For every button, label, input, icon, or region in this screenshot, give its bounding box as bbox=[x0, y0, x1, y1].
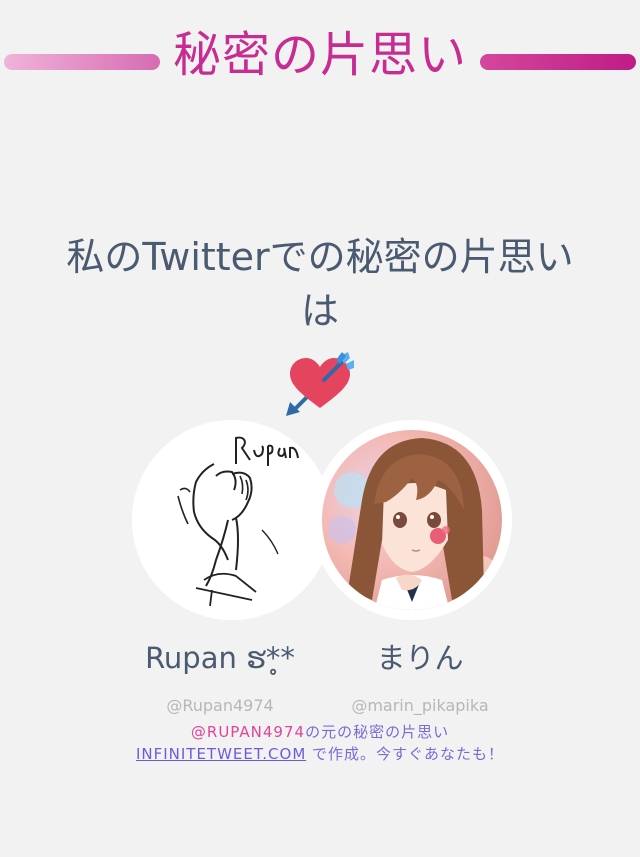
site-title: 秘密の片思い bbox=[172, 27, 467, 83]
avatar-rupan[interactable] bbox=[132, 420, 332, 620]
footer-line-1: @RUPAN4974の元の秘密の片思い bbox=[60, 721, 580, 743]
footer-mention[interactable]: @RUPAN4974 bbox=[191, 723, 305, 741]
profile-handle-rupan[interactable]: @Rupan4974 bbox=[120, 694, 320, 718]
avatar-marin[interactable] bbox=[312, 420, 512, 620]
footer-line-1-text: の元の秘密の片思い bbox=[305, 723, 450, 741]
footer-credit: @RUPAN4974の元の秘密の片思い INFINITETWEET.COM で作… bbox=[60, 721, 580, 765]
header: 秘密の片思い bbox=[0, 22, 640, 98]
sketch-avatar-image bbox=[132, 420, 332, 620]
footer-line-2-text: で作成。今すぐあなたも！ bbox=[306, 745, 505, 763]
footer-line-2: INFINITETWEET.COM で作成。今すぐあなたも！ bbox=[60, 743, 580, 765]
profile-name-rupan: Rupan ຮ*̥* bbox=[145, 641, 295, 675]
decorative-bar-right bbox=[480, 54, 636, 70]
page: 秘密の片思い 私のTwitterでの秘密の片思いは Rupan ຮ*̥* まりん… bbox=[0, 0, 640, 857]
anime-avatar-image bbox=[312, 420, 512, 620]
profile-name-marin: まりん bbox=[376, 641, 464, 675]
infinitetweet-link[interactable]: INFINITETWEET.COM bbox=[136, 745, 306, 763]
headline: 私のTwitterでの秘密の片思いは bbox=[66, 235, 574, 333]
decorative-bar-left bbox=[4, 54, 160, 70]
heart-with-arrow-icon bbox=[284, 350, 356, 418]
profile-handle-marin[interactable]: @marin_pikapika bbox=[320, 694, 520, 718]
